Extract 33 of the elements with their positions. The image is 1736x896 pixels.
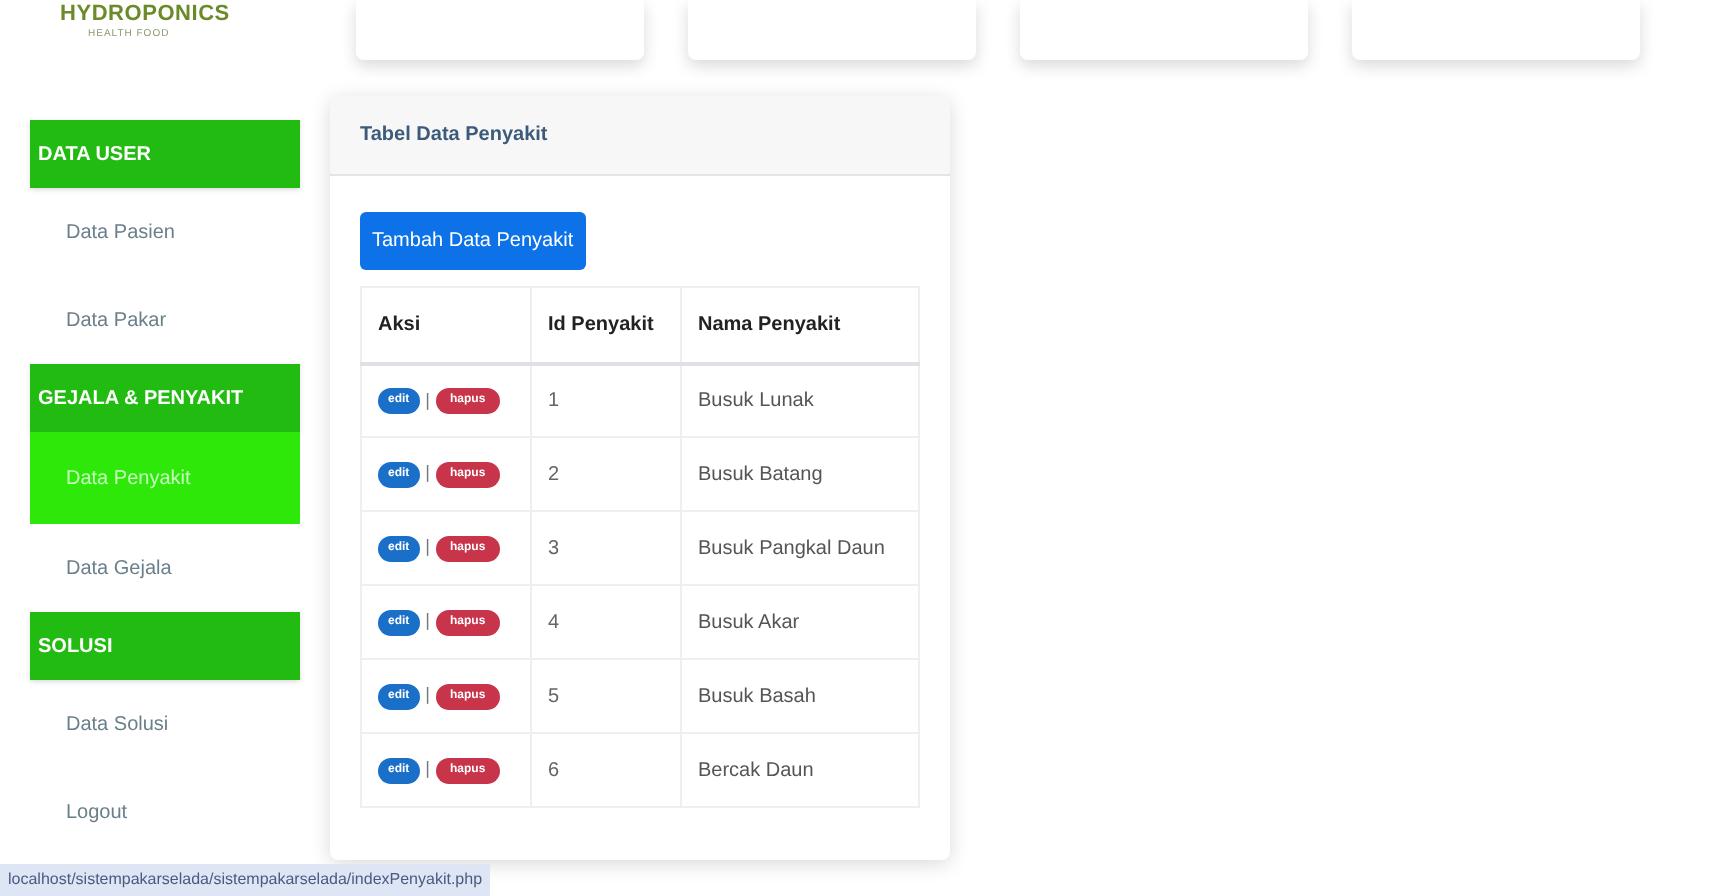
table-cell: 4	[548, 611, 560, 633]
table-cell: 3	[548, 537, 560, 559]
sidebar-header: GEJALA & PENYAKIT	[30, 364, 300, 432]
column-header: Id Penyakit	[531, 287, 681, 363]
table-cell: Busuk Batang	[698, 463, 823, 485]
separator: |	[425, 460, 431, 487]
table-cell: 1	[548, 389, 560, 412]
separator: |	[425, 534, 431, 561]
table-cell: 2	[548, 463, 560, 485]
column-header: Aksi	[361, 287, 531, 363]
sidebar-item[interactable]: Data Solusi	[30, 680, 300, 768]
column-header: Nama Penyakit	[681, 287, 919, 363]
sidebar-item[interactable]: Data Pakar	[30, 276, 300, 364]
sidebar-item[interactable]: Data Gejala	[30, 524, 300, 612]
status-bar: localhost/sistempakarselada/sistempakarselada/indexPenyakit.php	[0, 864, 491, 896]
table-cell: Bercak Daun	[698, 759, 814, 781]
table-cell: 5	[548, 685, 560, 707]
card-title: Tabel Data Penyakit	[360, 122, 548, 150]
sidebar-item[interactable]: Logout	[30, 768, 300, 856]
separator: |	[425, 608, 431, 635]
logo-title: HYDROPONICS	[60, 2, 232, 28]
table-cell: Busuk Lunak	[698, 389, 814, 412]
sidebar-header: SOLUSI	[30, 612, 300, 680]
separator: |	[425, 756, 431, 783]
separator: |	[425, 387, 431, 414]
table-cell: Busuk Akar	[698, 611, 800, 633]
table-cell: 6	[548, 759, 560, 781]
table-cell: Busuk Pangkal Daun	[698, 537, 885, 559]
add-button[interactable]: Tambah Data Penyakit	[360, 212, 586, 270]
sidebar-header: DATA USER	[30, 120, 300, 188]
table-cell: Busuk Basah	[698, 685, 816, 707]
sidebar-item[interactable]: Data Pasien	[30, 188, 300, 276]
separator: |	[425, 682, 431, 709]
